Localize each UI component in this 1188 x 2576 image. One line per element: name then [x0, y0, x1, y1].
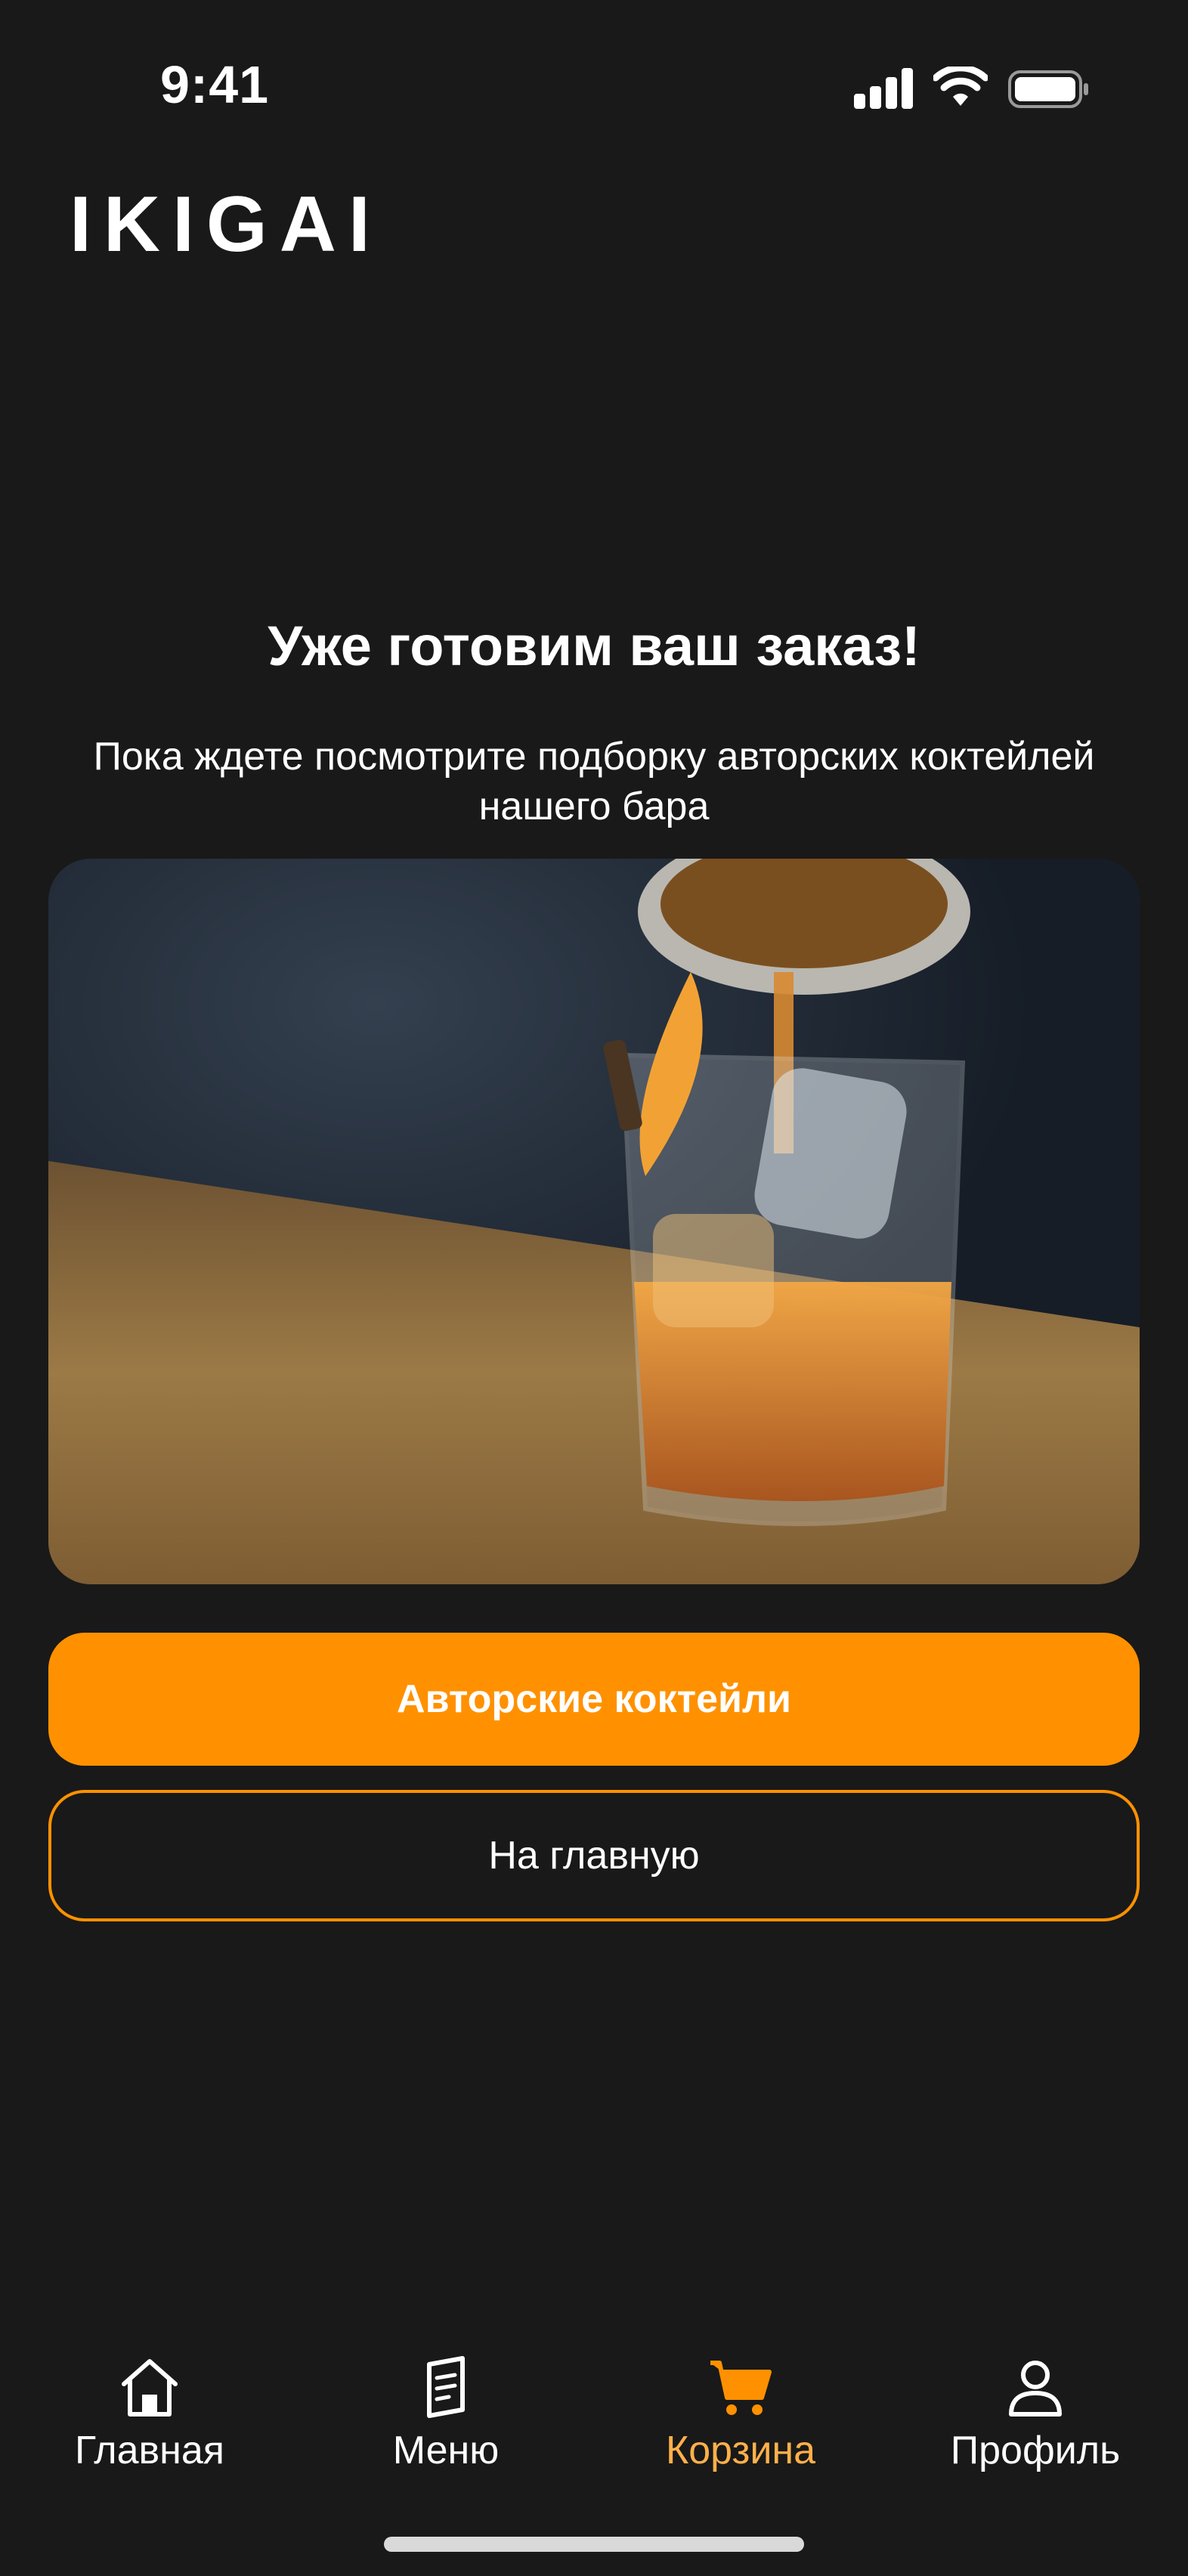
tab-profile[interactable]: Профиль: [922, 2351, 1149, 2473]
page-subtitle: Пока ждете посмотрите подборку авторских…: [45, 732, 1143, 831]
status-time: 9:41: [160, 55, 270, 114]
cellular-signal-icon: [854, 67, 914, 109]
cart-icon: [710, 2361, 772, 2415]
tab-profile-label: Профиль: [950, 2429, 1121, 2472]
profile-icon: [1009, 2361, 1062, 2417]
tab-cart[interactable]: Корзина: [627, 2351, 854, 2473]
battery-icon: [1008, 70, 1090, 109]
tab-menu[interactable]: Меню: [333, 2351, 559, 2473]
subtitle-line-2: нашего бара: [478, 785, 710, 828]
home-icon: [122, 2359, 178, 2417]
menu-book-icon: [427, 2356, 465, 2418]
tab-cart-label: Корзина: [665, 2429, 816, 2472]
home-indicator[interactable]: [384, 2537, 804, 2552]
page-title: Уже готовим ваш заказ!: [268, 615, 920, 677]
tab-home-label: Главная: [75, 2429, 224, 2472]
wifi-icon: [932, 64, 989, 109]
subtitle-line-1: Пока ждете посмотрите подборку авторских…: [93, 735, 1095, 779]
go-home-button[interactable]: На главную: [48, 1790, 1140, 1921]
signature-cocktails-button[interactable]: Авторские коктейли: [48, 1633, 1140, 1766]
brand-logo: IKIGAI: [70, 181, 382, 268]
cocktail-photo: [48, 859, 1140, 1584]
tab-menu-label: Меню: [392, 2429, 500, 2472]
tab-home[interactable]: Главная: [36, 2351, 263, 2473]
